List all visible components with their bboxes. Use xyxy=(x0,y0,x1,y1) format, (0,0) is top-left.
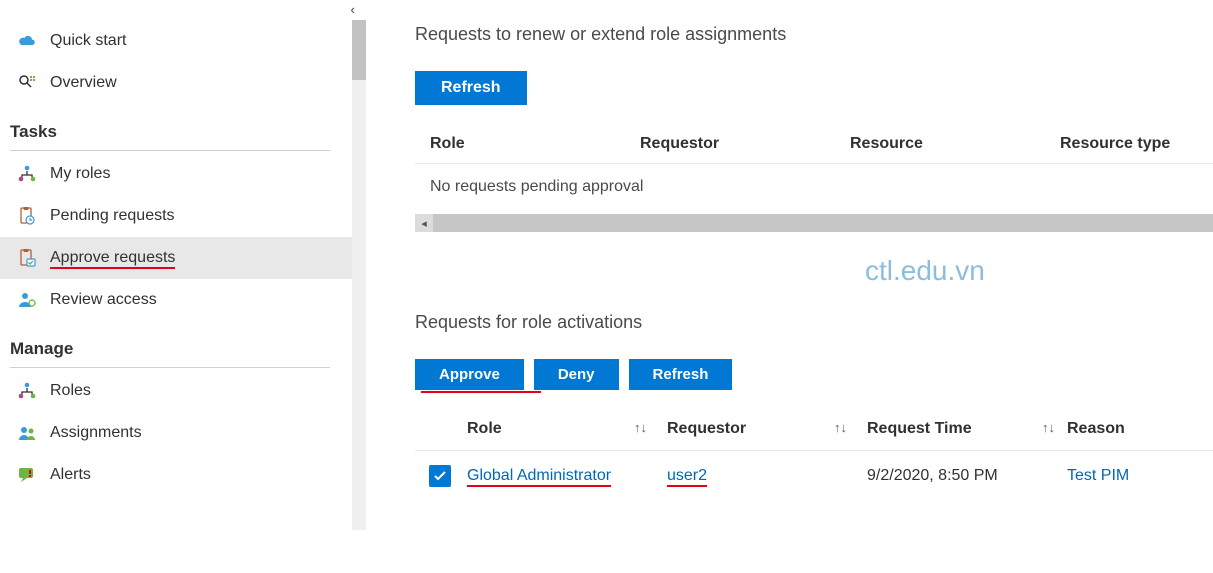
main-content: Requests to renew or extend role assignm… xyxy=(355,0,1213,573)
sort-icon[interactable]: ↑↓ xyxy=(634,420,647,438)
nav-label: My roles xyxy=(50,165,110,183)
col2-role[interactable]: Role↑↓ xyxy=(467,420,667,438)
nav-label: Approve requests xyxy=(50,249,175,267)
sidebar-item-alerts[interactable]: Alerts xyxy=(0,454,355,496)
col2-requestor[interactable]: Requestor↑↓ xyxy=(667,420,867,438)
table2-row[interactable]: Global Administrator user2 9/2/2020, 8:5… xyxy=(415,451,1213,501)
refresh-button-2[interactable]: Refresh xyxy=(629,359,733,390)
col2-reason[interactable]: Reason xyxy=(1067,420,1187,438)
sidebar-item-assignments[interactable]: Assignments xyxy=(0,412,355,454)
clipboard-clock-icon xyxy=(18,207,36,225)
sidebar-item-my-roles[interactable]: My roles xyxy=(0,153,355,195)
sort-icon[interactable]: ↑↓ xyxy=(834,420,847,438)
row-reason-link[interactable]: Test PIM xyxy=(1067,467,1129,484)
org-chart-icon xyxy=(18,382,36,400)
chat-alert-icon xyxy=(18,466,36,484)
sidebar-item-overview[interactable]: Overview xyxy=(0,62,355,104)
sidebar-item-roles[interactable]: Roles xyxy=(0,370,355,412)
table1-empty: No requests pending approval xyxy=(415,164,1213,210)
collapse-sidebar-icon[interactable]: ‹‹ xyxy=(350,2,351,17)
users-icon xyxy=(18,424,36,442)
table1-header: Role Requestor Resource Resource type xyxy=(415,105,1213,164)
sidebar: ‹‹ Quick start Overview Tasks My roles xyxy=(0,0,355,573)
nav-label: Overview xyxy=(50,74,117,92)
cloud-icon xyxy=(18,32,36,50)
sidebar-item-review-access[interactable]: Review access xyxy=(0,279,355,321)
divider xyxy=(10,367,330,368)
row-checkbox[interactable] xyxy=(429,465,451,487)
row-requestor-link[interactable]: user2 xyxy=(667,467,707,485)
refresh-button[interactable]: Refresh xyxy=(415,71,527,105)
col-requestor[interactable]: Requestor xyxy=(640,135,850,153)
sidebar-item-pending-requests[interactable]: Pending requests xyxy=(0,195,355,237)
section1-title: Requests to renew or extend role assignm… xyxy=(415,24,1213,45)
nav-label: Alerts xyxy=(50,466,91,484)
divider xyxy=(10,150,330,151)
col-resource[interactable]: Resource xyxy=(850,135,1060,153)
col-role[interactable]: Role xyxy=(430,135,640,153)
org-chart-icon xyxy=(18,165,36,183)
approve-button[interactable]: Approve xyxy=(415,359,524,390)
scroll-left-icon[interactable]: ◂ xyxy=(415,214,433,232)
tasks-header: Tasks xyxy=(0,104,355,146)
col2-request-time[interactable]: Request Time↑↓ xyxy=(867,420,1067,438)
nav-label: Review access xyxy=(50,291,157,309)
nav-label: Quick start xyxy=(50,32,126,50)
table2-header: Role↑↓ Requestor↑↓ Request Time↑↓ Reason xyxy=(415,390,1213,451)
highlight-underline xyxy=(421,391,541,393)
row-time-value: 9/2/2020, 8:50 PM xyxy=(867,467,998,485)
row-role-link[interactable]: Global Administrator xyxy=(467,467,611,485)
nav-label: Assignments xyxy=(50,424,142,442)
sidebar-item-approve-requests[interactable]: Approve requests xyxy=(0,237,355,279)
clipboard-check-icon xyxy=(18,249,36,267)
section2-title: Requests for role activations xyxy=(415,312,1213,333)
sidebar-item-quick-start[interactable]: Quick start xyxy=(0,20,355,62)
horizontal-scrollbar[interactable]: ◂ xyxy=(415,214,1213,232)
manage-header: Manage xyxy=(0,321,355,363)
watermark: ctl.edu.vn xyxy=(865,255,985,287)
search-grid-icon xyxy=(18,74,36,92)
nav-label: Pending requests xyxy=(50,207,175,225)
col-resource-type[interactable]: Resource type xyxy=(1060,135,1210,153)
nav-label: Roles xyxy=(50,382,91,400)
deny-button[interactable]: Deny xyxy=(534,359,619,390)
user-cog-icon xyxy=(18,291,36,309)
sort-icon[interactable]: ↑↓ xyxy=(1042,420,1055,438)
